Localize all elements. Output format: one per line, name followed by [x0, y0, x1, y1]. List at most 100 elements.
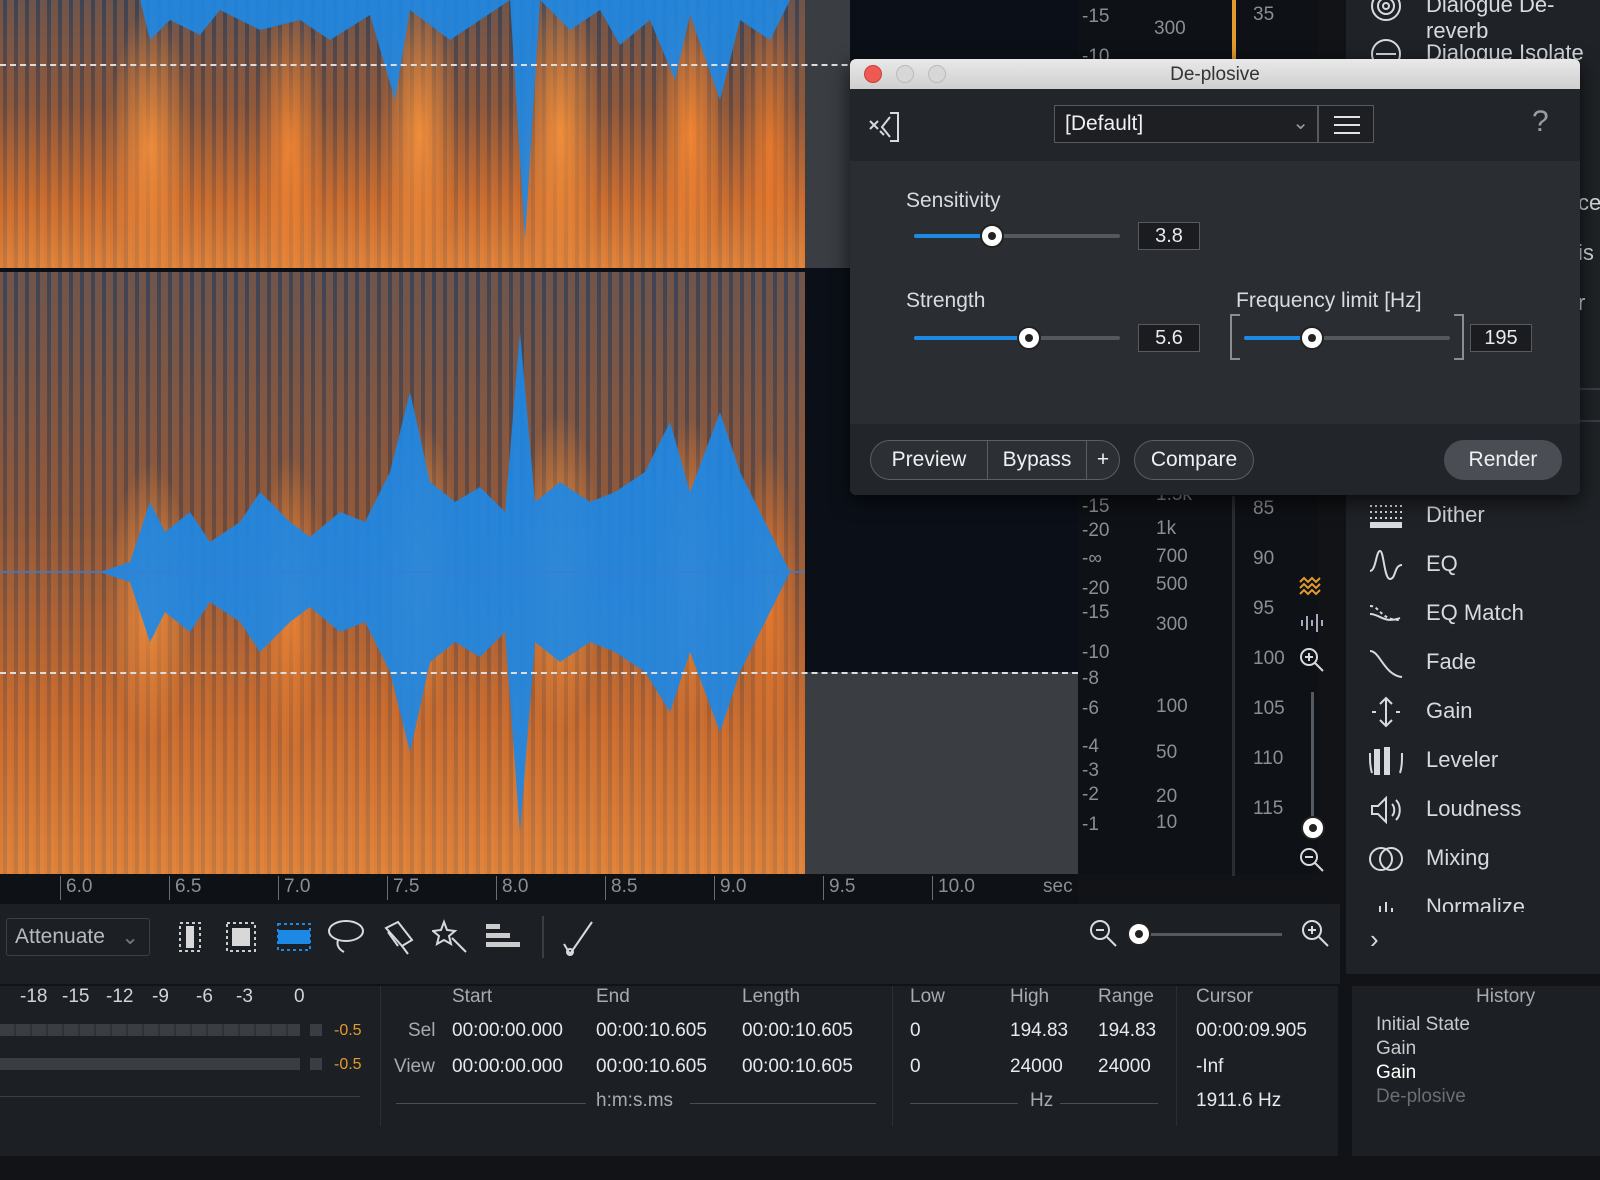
pencil-tool-icon[interactable]	[560, 918, 596, 958]
status-info-bar: -18 -15 -12 -9 -6 -3 0 -0.5 -0.5 Start End Len…	[0, 986, 1338, 1156]
help-button[interactable]: ?	[1532, 105, 1549, 139]
module-dither[interactable]: Dither	[1346, 492, 1600, 540]
preset-menu-button[interactable]	[1318, 105, 1374, 143]
frequency-limit-slider[interactable]	[1244, 336, 1450, 340]
brush-tool-icon[interactable]	[380, 918, 418, 956]
preset-dropdown[interactable]: [Default] ⌄	[1054, 105, 1318, 143]
level-bar	[1232, 0, 1236, 60]
module-loudness[interactable]: Loudness	[1346, 786, 1600, 834]
selection-bottom-line	[0, 672, 1078, 674]
frequency-limit-value[interactable]: 195	[1470, 324, 1532, 352]
freq-tick: 300	[1154, 18, 1186, 39]
low-header: Low	[910, 986, 945, 1007]
level-meter-right	[0, 1058, 300, 1070]
sel-cursor: 00:00:09.905	[1196, 1020, 1307, 1041]
harmonic-selection-icon[interactable]	[484, 920, 522, 954]
module-normalize[interactable]: Normalize	[1346, 884, 1600, 912]
module-dialogue-dereverb[interactable]: Dialogue De-reverb	[1346, 0, 1600, 43]
dialog-title-bar[interactable]: De-plosive	[850, 59, 1580, 89]
module-eq-match[interactable]: EQ Match	[1346, 590, 1600, 638]
zoom-slider[interactable]	[1142, 933, 1282, 936]
module-leveler[interactable]: Leveler	[1346, 737, 1600, 785]
magic-wand-icon[interactable]	[430, 918, 470, 956]
vertical-zoom-knob[interactable]	[1301, 816, 1325, 840]
render-button[interactable]: Render	[1444, 440, 1562, 480]
eq-match-icon	[1369, 605, 1401, 621]
time-freq-selection-tool-icon[interactable]	[224, 920, 258, 954]
view-length[interactable]: 00:00:10.605	[742, 1056, 853, 1078]
sel-length[interactable]: 00:00:10.605	[742, 1020, 853, 1042]
compare-button[interactable]: Compare	[1134, 440, 1254, 480]
sensitivity-knob[interactable]	[980, 224, 1005, 248]
time-selection-tool-icon[interactable]	[176, 920, 204, 954]
waveform-right	[0, 332, 805, 832]
sel-end[interactable]: 00:00:10.605	[596, 1020, 707, 1042]
view-high[interactable]: 24000	[1010, 1056, 1063, 1078]
add-bypass-button[interactable]: +	[1086, 440, 1120, 480]
sel-range[interactable]: 194.83	[1098, 1020, 1156, 1042]
chevron-right-icon[interactable]: ›	[1370, 924, 1390, 954]
history-item[interactable]: De-plosive	[1376, 1086, 1466, 1108]
menu-icon	[1334, 116, 1360, 134]
freq-tick: 20	[1156, 786, 1178, 807]
db-tick: -3	[1082, 760, 1099, 781]
zoom-slider-knob[interactable]	[1127, 922, 1151, 946]
waveform-icon[interactable]	[1300, 612, 1324, 634]
peak-right: -0.5	[334, 1056, 362, 1073]
time-ruler[interactable]: 6.0 6.5 7.0 7.5 8.0 8.5 9.0 9.5 10.0 sec	[0, 874, 1078, 904]
waveform-spectrum-icon[interactable]	[1298, 576, 1324, 598]
time-tick: 6.5	[169, 876, 201, 900]
history-item[interactable]: Initial State	[1376, 1014, 1470, 1036]
sel-start[interactable]: 00:00:00.000	[452, 1020, 563, 1042]
preview-button[interactable]: Preview	[870, 440, 988, 480]
module-fade[interactable]: Fade	[1346, 639, 1600, 687]
view-range[interactable]: 24000	[1098, 1056, 1151, 1078]
frequency-limit-knob[interactable]	[1299, 326, 1324, 350]
zoom-in-vertical-icon[interactable]	[1298, 646, 1326, 674]
db-tick: -1	[1082, 814, 1099, 835]
channel-left[interactable]	[0, 0, 805, 268]
plosive-icon	[868, 107, 906, 145]
freq-tick: 700	[1156, 546, 1188, 567]
time-tick: 8.5	[605, 876, 637, 900]
de-plosive-dialog: De-plosive [Default] ⌄ ? Sensitivity 3.8…	[850, 59, 1580, 495]
zoom-out-icon[interactable]	[1088, 918, 1118, 948]
zoom-in-icon[interactable]	[1300, 918, 1330, 948]
db-tick: -4	[1082, 736, 1099, 757]
strength-knob[interactable]	[1017, 326, 1042, 350]
sel-high[interactable]: 194.83	[1010, 1020, 1068, 1042]
lasso-tool-icon[interactable]	[326, 918, 366, 956]
time-format[interactable]: h:m:s.ms	[596, 1090, 673, 1112]
db-tick: -∞	[1082, 548, 1102, 569]
sensitivity-slider[interactable]	[914, 234, 1120, 238]
sel-low[interactable]: 0	[910, 1020, 921, 1042]
mixing-icon	[1369, 847, 1403, 871]
bypass-button[interactable]: Bypass	[987, 440, 1087, 480]
time-tick: 10.0	[932, 876, 975, 900]
peak-left: -0.5	[334, 1022, 362, 1039]
view-low[interactable]: 0	[910, 1056, 921, 1078]
channel-right[interactable]	[0, 272, 805, 874]
module-mixing[interactable]: Mixing	[1346, 835, 1600, 883]
frequency-selection-tool-icon[interactable]	[276, 920, 312, 954]
module-gain[interactable]: Gain	[1346, 688, 1600, 736]
time-unit: sec	[1043, 876, 1073, 897]
view-start[interactable]: 00:00:00.000	[452, 1056, 563, 1078]
normalize-icon	[1373, 902, 1399, 912]
history-item[interactable]: Gain	[1376, 1062, 1416, 1084]
length-header: Length	[742, 986, 801, 1007]
history-item[interactable]: Gain	[1376, 1038, 1416, 1060]
sensitivity-value[interactable]: 3.8	[1138, 222, 1200, 250]
dither-icon	[1370, 505, 1402, 528]
end-header: End	[596, 986, 630, 1007]
strength-value[interactable]: 5.6	[1138, 324, 1200, 352]
module-eq[interactable]: EQ	[1346, 541, 1600, 589]
freq-tick: 500	[1156, 574, 1188, 595]
zoom-out-vertical-icon[interactable]	[1298, 846, 1326, 874]
chevron-down-icon: ⌄	[1292, 112, 1309, 134]
view-end[interactable]: 00:00:10.605	[596, 1056, 707, 1078]
time-tick: 9.0	[714, 876, 746, 900]
db-tick: -2	[1082, 784, 1099, 805]
sensitivity-label: Sensitivity	[906, 189, 1001, 212]
mode-dropdown[interactable]: Attenuate ⌄	[6, 918, 150, 956]
